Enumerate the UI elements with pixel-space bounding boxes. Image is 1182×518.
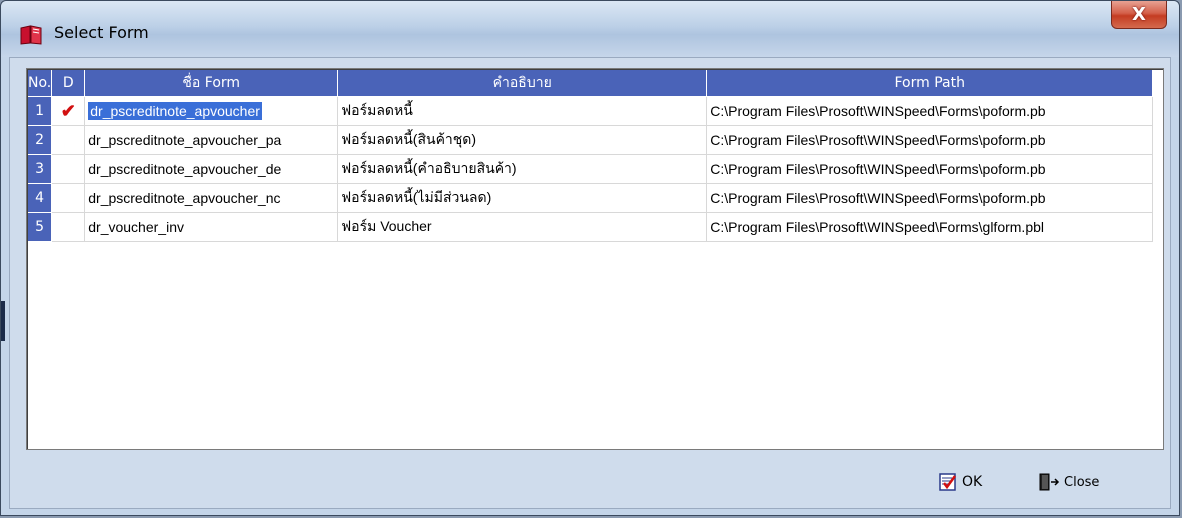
window-edge-decoration <box>1 301 5 341</box>
row-number: 2 <box>28 125 53 155</box>
form-path-cell[interactable]: C:\Program Files\Prosoft\WINSpeed\Forms\… <box>706 96 1154 126</box>
form-path-cell[interactable]: C:\Program Files\Prosoft\WINSpeed\Forms\… <box>706 154 1154 184</box>
description-cell[interactable]: ฟอร์มลดหนี้(ไม่มีส่วนลด) <box>337 183 708 213</box>
form-book-icon <box>20 25 42 45</box>
ok-check-icon <box>939 473 957 491</box>
table-row[interactable]: 2 dr_pscreditnote_apvoucher_pa ฟอร์มลดหน… <box>28 125 1154 155</box>
form-name-cell[interactable]: dr_pscreditnote_apvoucher_de <box>84 154 339 184</box>
form-path-cell[interactable]: C:\Program Files\Prosoft\WINSpeed\Forms\… <box>706 183 1154 213</box>
description-cell[interactable]: ฟอร์มลดหนี้ <box>337 96 708 126</box>
form-path-cell[interactable]: C:\Program Files\Prosoft\WINSpeed\Forms\… <box>706 125 1154 155</box>
row-number: 4 <box>28 183 53 213</box>
column-header-d[interactable]: D <box>51 70 86 97</box>
form-name-cell[interactable]: dr_pscreditnote_apvoucher_pa <box>84 125 339 155</box>
window-title: Select Form <box>54 23 149 42</box>
description-cell[interactable]: ฟอร์มลดหนี้(สินค้าชุด) <box>337 125 708 155</box>
check-icon[interactable]: ✔ <box>51 96 86 126</box>
form-name-cell[interactable]: dr_pscreditnote_apvoucher_nc <box>84 183 339 213</box>
header-row: No. D ชื่อ Form คำอธิบาย Form Path <box>28 70 1154 97</box>
form-path-cell[interactable]: C:\Program Files\Prosoft\WINSpeed\Forms\… <box>706 212 1154 242</box>
selected-form-name: dr_pscreditnote_apvoucher <box>88 102 262 120</box>
form-name-cell[interactable]: dr_voucher_inv <box>84 212 339 242</box>
description-cell[interactable]: ฟอร์ม Voucher <box>337 212 708 242</box>
description-cell[interactable]: ฟอร์มลดหนี้(คำอธิบายสินค้า) <box>337 154 708 184</box>
table-row[interactable]: 1 ✔ dr_pscreditnote_apvoucher ฟอร์มลดหนี… <box>28 96 1154 126</box>
check-cell[interactable] <box>51 183 86 213</box>
form-table: No. D ชื่อ Form คำอธิบาย Form Path 1 ✔ d… <box>28 70 1154 242</box>
form-name-cell[interactable]: dr_pscreditnote_apvoucher <box>84 96 339 126</box>
window-close-button[interactable]: X <box>1111 1 1167 29</box>
close-icon: X <box>1132 3 1146 25</box>
row-number: 3 <box>28 154 53 184</box>
row-number: 1 <box>28 96 53 126</box>
ok-label: OK <box>962 474 983 490</box>
select-form-window: Select Form X No. D ชื่อ Form คำอธิบาย F… <box>0 0 1180 516</box>
table-row[interactable]: 5 dr_voucher_inv ฟอร์ม Voucher C:\Progra… <box>28 212 1154 242</box>
column-header-form-name[interactable]: ชื่อ Form <box>84 70 339 97</box>
check-cell[interactable] <box>51 212 86 242</box>
close-button[interactable]: Close <box>1038 472 1099 492</box>
ok-button[interactable]: OK <box>938 472 982 492</box>
check-cell[interactable] <box>51 154 86 184</box>
table-row[interactable]: 4 dr_pscreditnote_apvoucher_nc ฟอร์มลดหน… <box>28 183 1154 213</box>
column-header-form-path[interactable]: Form Path <box>706 70 1154 97</box>
column-header-description[interactable]: คำอธิบาย <box>337 70 708 97</box>
title-bar[interactable]: Select Form X <box>1 1 1179 57</box>
exit-door-icon <box>1039 473 1060 491</box>
dialog-client-area: No. D ชื่อ Form คำอธิบาย Form Path 1 ✔ d… <box>9 57 1171 509</box>
close-label: Close <box>1064 474 1100 490</box>
column-header-no[interactable]: No. <box>28 70 53 97</box>
row-number: 5 <box>28 212 53 242</box>
check-cell[interactable] <box>51 125 86 155</box>
form-list-grid[interactable]: No. D ชื่อ Form คำอธิบาย Form Path 1 ✔ d… <box>26 68 1164 450</box>
table-row[interactable]: 3 dr_pscreditnote_apvoucher_de ฟอร์มลดหน… <box>28 154 1154 184</box>
